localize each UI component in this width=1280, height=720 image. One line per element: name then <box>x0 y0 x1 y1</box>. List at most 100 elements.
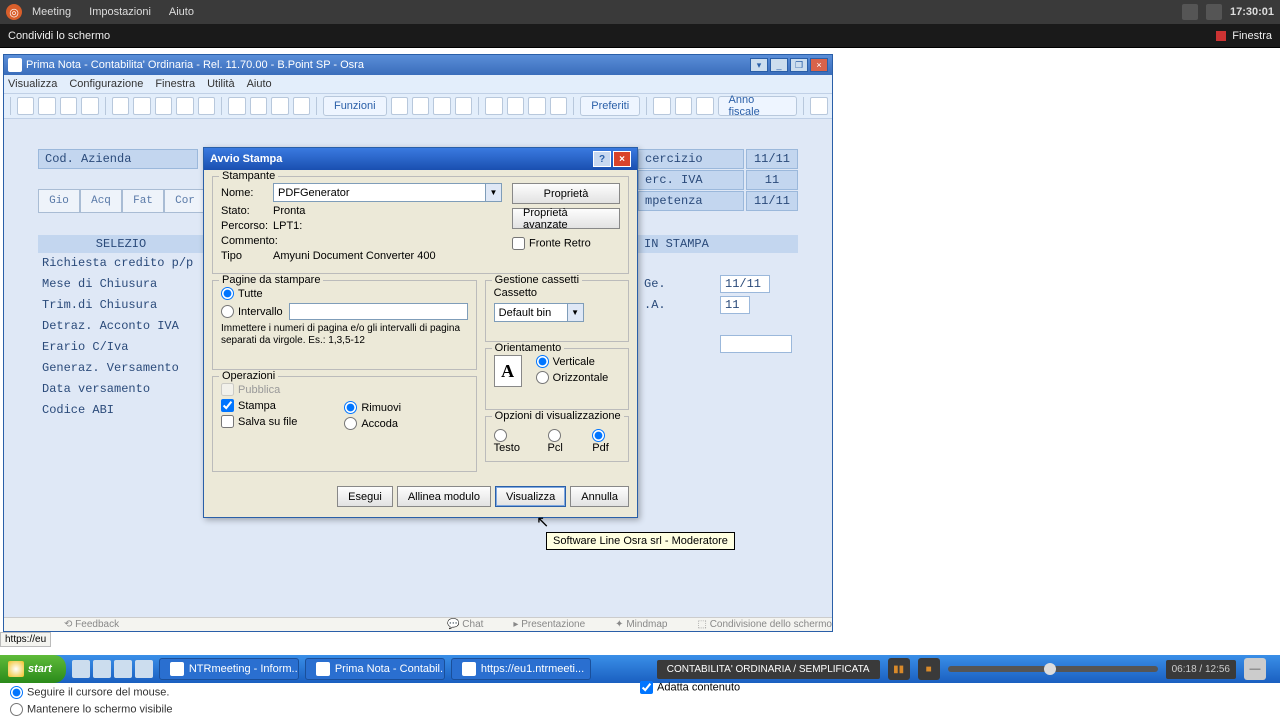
toolbar-icon[interactable] <box>155 97 172 115</box>
tab-cor[interactable]: Cor <box>164 189 206 213</box>
quicklaunch-icon[interactable] <box>114 660 132 678</box>
dialog-close-button[interactable]: × <box>613 151 631 167</box>
start-button[interactable]: start <box>0 655 66 683</box>
toolbar-funzioni[interactable]: Funzioni <box>323 96 387 116</box>
taskbar-item[interactable]: NTRmeeting - Inform... <box>159 658 299 680</box>
toolbar-icon[interactable] <box>250 97 267 115</box>
dialog-help-button[interactable]: ? <box>593 151 611 167</box>
toolbar-icon[interactable] <box>412 97 429 115</box>
menu-config[interactable]: Configurazione <box>69 78 143 90</box>
player-pause-button[interactable]: ▮▮ <box>888 658 910 680</box>
strip-chat[interactable]: Chat <box>462 619 483 630</box>
bg-right-val: 11/11 <box>746 149 798 169</box>
toolbar-icon[interactable] <box>271 97 288 115</box>
share-close-icon[interactable] <box>1216 31 1226 41</box>
chk-adatta[interactable] <box>640 681 653 694</box>
tray-icon[interactable] <box>1182 4 1198 20</box>
menu-settings[interactable]: Impostazioni <box>89 6 151 18</box>
toolbar-icon[interactable] <box>391 97 408 115</box>
tab-acq[interactable]: Acq <box>80 189 122 213</box>
dialog-title: Avvio Stampa <box>210 153 282 165</box>
toolbar-annofiscale[interactable]: Anno fiscale <box>718 96 798 116</box>
toolbar-icon[interactable] <box>176 97 193 115</box>
bg-input-ge[interactable]: 11/11 <box>720 275 770 293</box>
toolbar-help-icon[interactable] <box>810 97 827 115</box>
advanced-properties-button[interactable]: Proprietà avanzate <box>512 208 620 229</box>
toolbar-icon[interactable] <box>112 97 129 115</box>
window-minimize-button[interactable]: _ <box>770 58 788 72</box>
visualizza-button[interactable]: Visualizza <box>495 486 566 507</box>
quicklaunch-icon[interactable] <box>72 660 90 678</box>
toolbar-preferiti[interactable]: Preferiti <box>580 96 640 116</box>
quicklaunch-icon[interactable] <box>135 660 153 678</box>
radio-rimuovi[interactable] <box>344 401 357 414</box>
menu-finestra[interactable]: Finestra <box>155 78 195 90</box>
player-minimize-button[interactable]: — <box>1244 658 1266 680</box>
printer-combo[interactable]: PDFGenerator▼ <box>273 183 502 202</box>
window-extra-button[interactable]: ▾ <box>750 58 768 72</box>
radio-testo[interactable] <box>494 429 507 442</box>
toolbar-icon[interactable] <box>38 97 55 115</box>
radio-verticale[interactable] <box>536 355 549 368</box>
toolbar-icon[interactable] <box>60 97 77 115</box>
toolbar-icon[interactable] <box>675 97 692 115</box>
window-restore-button[interactable]: ❐ <box>790 58 808 72</box>
tab-fat[interactable]: Fat <box>122 189 164 213</box>
menu-help[interactable]: Aiuto <box>169 6 194 18</box>
strip-present[interactable]: Presentazione <box>521 619 585 630</box>
menu-utilita[interactable]: Utilità <box>207 78 235 90</box>
toolbar-icon[interactable] <box>293 97 310 115</box>
cassetto-combo[interactable]: Default bin▼ <box>494 303 584 322</box>
strip-feedback[interactable]: Feedback <box>75 619 119 630</box>
tab-gio[interactable]: Gio <box>38 189 80 213</box>
toolbar-icon[interactable] <box>696 97 713 115</box>
menu-aiuto[interactable]: Aiuto <box>247 78 272 90</box>
toolbar-icon[interactable] <box>550 97 567 115</box>
radio-intervallo[interactable] <box>221 305 234 318</box>
toolbar-icon[interactable] <box>433 97 450 115</box>
radio-follow-cursor[interactable] <box>10 686 23 699</box>
radio-pdf[interactable] <box>592 429 605 442</box>
taskbar-item[interactable]: https://eu1.ntrmeeti... <box>451 658 591 680</box>
esegui-button[interactable]: Esegui <box>337 486 393 507</box>
toolbar-icon[interactable] <box>485 97 502 115</box>
taskbar-item[interactable]: Prima Nota - Contabil... <box>305 658 445 680</box>
toolbar-icon[interactable] <box>198 97 215 115</box>
tray-info-icon[interactable] <box>1206 4 1222 20</box>
strip-mindmap[interactable]: Mindmap <box>626 619 667 630</box>
toolbar-icon[interactable] <box>133 97 150 115</box>
player-stop-button[interactable]: ■ <box>918 658 940 680</box>
radio-tutte[interactable] <box>221 287 234 300</box>
toolbar-icon[interactable] <box>528 97 545 115</box>
player-seek-knob[interactable] <box>1044 663 1056 675</box>
quicklaunch-icon[interactable] <box>93 660 111 678</box>
print-dialog: Avvio Stampa ? × Stampante Nome: PDFGene… <box>203 147 638 518</box>
radio-accoda[interactable] <box>344 417 357 430</box>
toolbar-icon[interactable] <box>455 97 472 115</box>
bg-input-a[interactable]: 11 <box>720 296 750 314</box>
chk-salva[interactable] <box>221 415 234 428</box>
strip-share[interactable]: Condivisione dello schermo <box>710 619 832 630</box>
radio-orizzontale[interactable] <box>536 371 549 384</box>
fronte-retro-checkbox[interactable] <box>512 237 525 250</box>
toolbar-icon[interactable] <box>81 97 98 115</box>
toolbar-icon[interactable] <box>17 97 34 115</box>
menu-visualizza[interactable]: Visualizza <box>8 78 57 90</box>
window-close-button[interactable]: × <box>810 58 828 72</box>
menu-meeting[interactable]: Meeting <box>32 6 71 18</box>
player-seek-bar[interactable] <box>948 666 1158 672</box>
chk-stampa[interactable] <box>221 399 234 412</box>
radio-keep-visible[interactable] <box>10 703 23 716</box>
radio-pcl[interactable] <box>548 429 561 442</box>
intervallo-input[interactable] <box>289 303 468 320</box>
share-window-label[interactable]: Finestra <box>1232 30 1272 42</box>
properties-button[interactable]: Proprietà <box>512 183 620 204</box>
bg-input-empty[interactable] <box>720 335 792 353</box>
allinea-button[interactable]: Allinea modulo <box>397 486 491 507</box>
label-pcl: Pcl <box>548 442 563 454</box>
toolbar-icon[interactable] <box>653 97 670 115</box>
toolbar-icon[interactable] <box>228 97 245 115</box>
toolbar-icon[interactable] <box>507 97 524 115</box>
orientation-icon: A <box>494 355 522 387</box>
annulla-button[interactable]: Annulla <box>570 486 629 507</box>
